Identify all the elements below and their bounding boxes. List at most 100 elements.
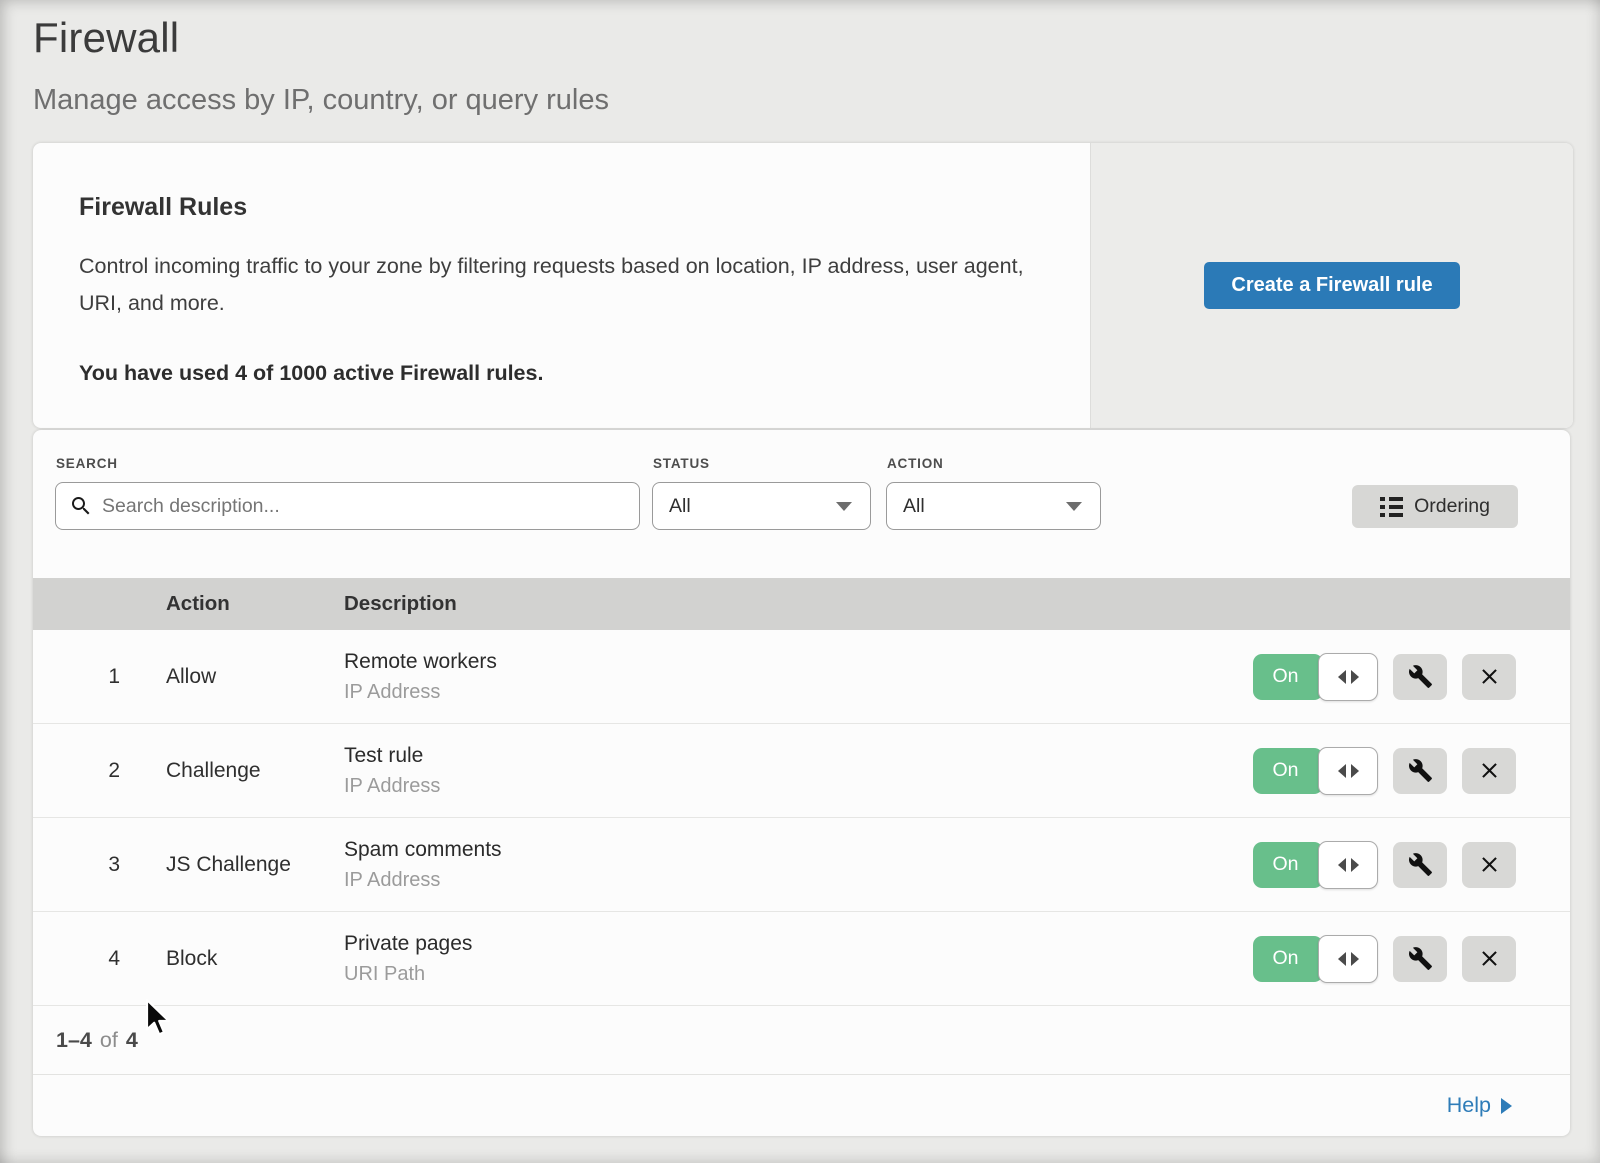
rule-description-cell: Spam comments IP Address (344, 838, 1253, 892)
create-firewall-rule-button[interactable]: Create a Firewall rule (1204, 262, 1459, 309)
pagination-of: of (100, 1028, 118, 1053)
rule-action: Allow (166, 665, 344, 689)
toggle-handle[interactable] (1318, 653, 1378, 701)
close-icon (1477, 758, 1502, 783)
rule-priority: 1 (33, 665, 166, 689)
firewall-rules-card-info: Firewall Rules Control incoming traffic … (33, 143, 1090, 428)
search-input[interactable] (102, 495, 622, 518)
rule-enabled-toggle[interactable]: On (1253, 936, 1378, 982)
firewall-rules-card-action-panel: Create a Firewall rule (1090, 143, 1573, 428)
arrow-right-icon (1351, 670, 1359, 684)
toggle-on-label: On (1253, 842, 1323, 888)
toggle-on-label: On (1253, 936, 1323, 982)
search-label: SEARCH (56, 456, 118, 471)
rule-controls: On (1253, 842, 1570, 888)
rule-priority: 3 (33, 853, 166, 877)
rule-description: Remote workers (344, 650, 1253, 674)
edit-rule-button[interactable] (1393, 748, 1447, 794)
table-row: 2 Challenge Test rule IP Address On (33, 724, 1570, 818)
toggle-handle[interactable] (1318, 747, 1378, 795)
action-select[interactable]: All (886, 482, 1101, 530)
rule-match-type: IP Address (344, 775, 1253, 798)
edit-rule-button[interactable] (1393, 936, 1447, 982)
status-select-value: All (669, 495, 691, 518)
wrench-icon (1408, 946, 1433, 971)
firewall-rules-description: Control incoming traffic to your zone by… (79, 248, 1029, 321)
search-icon (69, 494, 93, 518)
rule-match-type: IP Address (344, 681, 1253, 704)
rule-enabled-toggle[interactable]: On (1253, 842, 1378, 888)
help-link-label: Help (1447, 1093, 1491, 1118)
status-select[interactable]: All (652, 482, 871, 530)
rule-description-cell: Private pages URI Path (344, 932, 1253, 986)
close-icon (1477, 946, 1502, 971)
rule-controls: On (1253, 654, 1570, 700)
delete-rule-button[interactable] (1462, 748, 1516, 794)
close-icon (1477, 852, 1502, 877)
arrow-left-icon (1338, 952, 1346, 966)
arrow-left-icon (1338, 670, 1346, 684)
pagination-total: 4 (126, 1028, 138, 1053)
arrow-right-icon (1351, 858, 1359, 872)
action-select-value: All (903, 495, 925, 518)
wrench-icon (1408, 664, 1433, 689)
rule-description: Test rule (344, 744, 1253, 768)
rule-enabled-toggle[interactable]: On (1253, 654, 1378, 700)
firewall-rules-title: Firewall Rules (79, 193, 1030, 222)
chevron-down-icon (1066, 502, 1082, 511)
toggle-on-label: On (1253, 748, 1323, 794)
wrench-icon (1408, 758, 1433, 783)
card-footer: Help (33, 1074, 1570, 1136)
arrow-right-icon (1351, 764, 1359, 778)
filter-bar: SEARCH STATUS All ACTION All Ordering (33, 430, 1570, 578)
page-header: Firewall Manage access by IP, country, o… (0, 0, 1600, 117)
arrow-left-icon (1338, 858, 1346, 872)
edit-rule-button[interactable] (1393, 654, 1447, 700)
list-icon (1380, 497, 1403, 517)
delete-rule-button[interactable] (1462, 654, 1516, 700)
pagination-range: 1–4 (56, 1028, 92, 1053)
help-arrow-icon (1501, 1098, 1512, 1114)
action-label: ACTION (887, 456, 944, 471)
chevron-down-icon (836, 502, 852, 511)
rule-action: Block (166, 947, 344, 971)
rule-description: Spam comments (344, 838, 1253, 862)
firewall-rules-card: Firewall Rules Control incoming traffic … (33, 143, 1573, 428)
toggle-handle[interactable] (1318, 841, 1378, 889)
rule-match-type: IP Address (344, 869, 1253, 892)
help-link[interactable]: Help (1447, 1093, 1512, 1118)
rules-list-card: SEARCH STATUS All ACTION All Ordering Ac… (33, 430, 1570, 1136)
firewall-rules-usage: You have used 4 of 1000 active Firewall … (79, 361, 1030, 386)
table-row: 1 Allow Remote workers IP Address On (33, 630, 1570, 724)
rule-enabled-toggle[interactable]: On (1253, 748, 1378, 794)
ordering-button-label: Ordering (1414, 495, 1490, 518)
rule-action: Challenge (166, 759, 344, 783)
page-title: Firewall (33, 14, 1600, 62)
delete-rule-button[interactable] (1462, 936, 1516, 982)
rule-controls: On (1253, 936, 1570, 982)
page-subtitle: Manage access by IP, country, or query r… (33, 84, 1600, 117)
wrench-icon (1408, 852, 1433, 877)
rule-description-cell: Test rule IP Address (344, 744, 1253, 798)
search-box[interactable] (55, 482, 640, 530)
table-row: 3 JS Challenge Spam comments IP Address … (33, 818, 1570, 912)
rule-priority: 2 (33, 759, 166, 783)
edit-rule-button[interactable] (1393, 842, 1447, 888)
rule-description-cell: Remote workers IP Address (344, 650, 1253, 704)
rule-match-type: URI Path (344, 963, 1253, 986)
toggle-handle[interactable] (1318, 935, 1378, 983)
rule-description: Private pages (344, 932, 1253, 956)
rule-action: JS Challenge (166, 853, 344, 877)
arrow-left-icon (1338, 764, 1346, 778)
table-header: Action Description (33, 578, 1570, 630)
toggle-on-label: On (1253, 654, 1323, 700)
rule-priority: 4 (33, 947, 166, 971)
delete-rule-button[interactable] (1462, 842, 1516, 888)
ordering-button[interactable]: Ordering (1352, 485, 1518, 528)
pagination: 1–4 of 4 (33, 1006, 1570, 1074)
table-row: 4 Block Private pages URI Path On (33, 912, 1570, 1006)
status-label: STATUS (653, 456, 710, 471)
column-header-description: Description (344, 592, 1570, 616)
close-icon (1477, 664, 1502, 689)
column-header-action: Action (166, 592, 344, 616)
